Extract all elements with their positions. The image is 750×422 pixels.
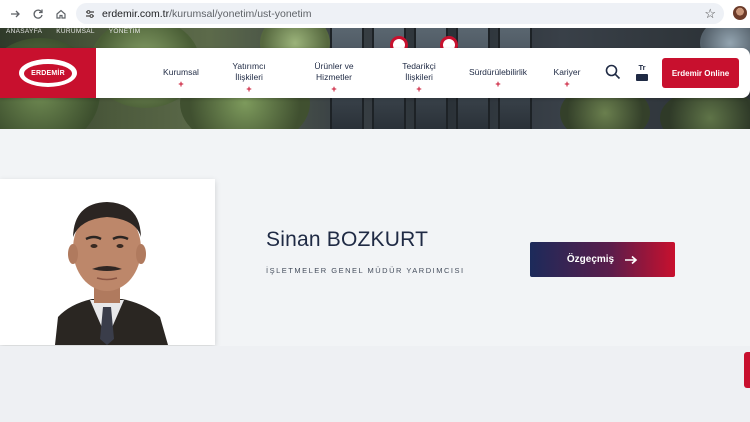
browser-toolbar: erdemir.com.tr/kurumsal/yonetim/ust-yone… [0,0,750,28]
plus-icon: + [416,84,422,94]
nav-item-sustainability[interactable]: Sürdürülebilirlik + [463,67,533,89]
site-info-icon[interactable] [84,8,96,20]
nav-item-investor-relations[interactable]: Yatırımcı İlişkileri + [226,61,272,94]
person-title: İŞLETMELER GENEL MÜDÜR YARDIMCISI [266,266,465,275]
language-switcher[interactable]: Tr [635,63,649,81]
page-lower-area [0,346,750,422]
url-path: /kurumsal/yonetim/ust-yonetim [169,7,312,20]
nav-label: Kurumsal [163,67,199,77]
plus-icon: + [495,79,501,89]
nav-item-supplier-relations[interactable]: Tedarikçi İlişkileri + [396,61,442,94]
cv-button-label: Özgeçmiş [566,254,615,265]
plus-icon: + [564,79,570,89]
nav-item-kurumsal[interactable]: Kurumsal + [160,67,202,89]
breadcrumb: ANASAYFA KURUMSAL YÖNETİM [6,28,141,38]
nav-item-products-services[interactable]: Ürünler ve Hizmetler + [308,61,360,94]
forward-icon[interactable] [4,3,26,25]
plus-icon: + [331,84,337,94]
language-label: Tr [638,63,646,72]
nav-label: Tedarikçi [402,61,436,71]
side-feedback-tab[interactable] [744,352,750,388]
address-bar[interactable]: erdemir.com.tr/kurumsal/yonetim/ust-yone… [76,3,724,24]
nav-label: Kariyer [553,67,581,77]
star-icon[interactable]: ☆ [704,6,716,22]
nav-label: Yatırımcı [232,61,266,71]
site-header: ERDEMİR Kurumsal + Yatırımcı İlişkileri … [0,48,750,98]
cv-button[interactable]: Özgeçmiş [530,242,675,277]
search-icon[interactable] [605,64,621,80]
breadcrumb-management[interactable]: YÖNETİM [109,28,141,38]
profile-section: Sinan BOZKURT İŞLETMELER GENEL MÜDÜR YAR… [0,129,750,346]
breadcrumb-corporate[interactable]: KURUMSAL [56,28,95,38]
nav-label: Hizmetler [316,72,352,82]
logo-oval: ERDEMİR [19,59,77,87]
person-photo [0,179,215,345]
logo-text: ERDEMİR [24,63,72,83]
arrow-right-icon [625,255,638,264]
portrait-image [0,179,215,345]
keyboard-icon [636,74,648,81]
nav-label: Sürdürülebilirlik [468,67,528,77]
nav-label: Ürünler ve [314,61,354,71]
brand-logo[interactable]: ERDEMİR [0,48,96,98]
profile-avatar[interactable] [733,6,747,20]
home-icon[interactable] [50,3,72,25]
erdemir-online-button[interactable]: Erdemir Online [662,58,739,88]
person-name: Sinan BOZKURT [266,228,429,251]
reload-icon[interactable] [27,3,49,25]
plus-icon: + [246,84,252,94]
nav-item-career[interactable]: Kariyer + [550,67,584,89]
breadcrumb-home[interactable]: ANASAYFA [6,28,42,38]
nav-label: İlişkileri [405,72,433,82]
url-domain: erdemir.com.tr [102,7,170,20]
plus-icon: + [178,79,184,89]
nav-label: İlişkileri [235,72,263,82]
